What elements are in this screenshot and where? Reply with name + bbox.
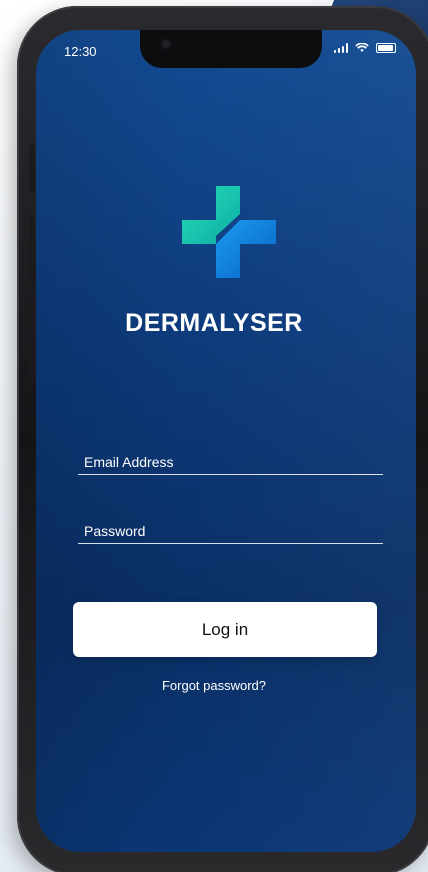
- battery-icon: [376, 43, 396, 53]
- wifi-icon: [355, 43, 369, 52]
- phone-screen: [36, 30, 416, 852]
- login-button[interactable]: Log in: [73, 602, 377, 657]
- email-field[interactable]: Email Address: [84, 454, 173, 470]
- side-button-mute: [29, 144, 35, 194]
- forgot-password-link[interactable]: Forgot password?: [0, 678, 428, 693]
- app-brand-name: DERMALYSER: [125, 309, 303, 337]
- password-field-underline: [78, 543, 383, 544]
- password-field[interactable]: Password: [84, 523, 145, 539]
- notch: [140, 30, 322, 68]
- status-time: 12:30: [64, 44, 97, 59]
- email-field-underline: [78, 474, 383, 475]
- camera-icon: [162, 40, 170, 48]
- side-button-volume-up: [29, 216, 35, 286]
- signal-icon: [334, 43, 348, 53]
- medical-cross-logo-icon: [182, 186, 276, 278]
- status-icons: [334, 43, 396, 53]
